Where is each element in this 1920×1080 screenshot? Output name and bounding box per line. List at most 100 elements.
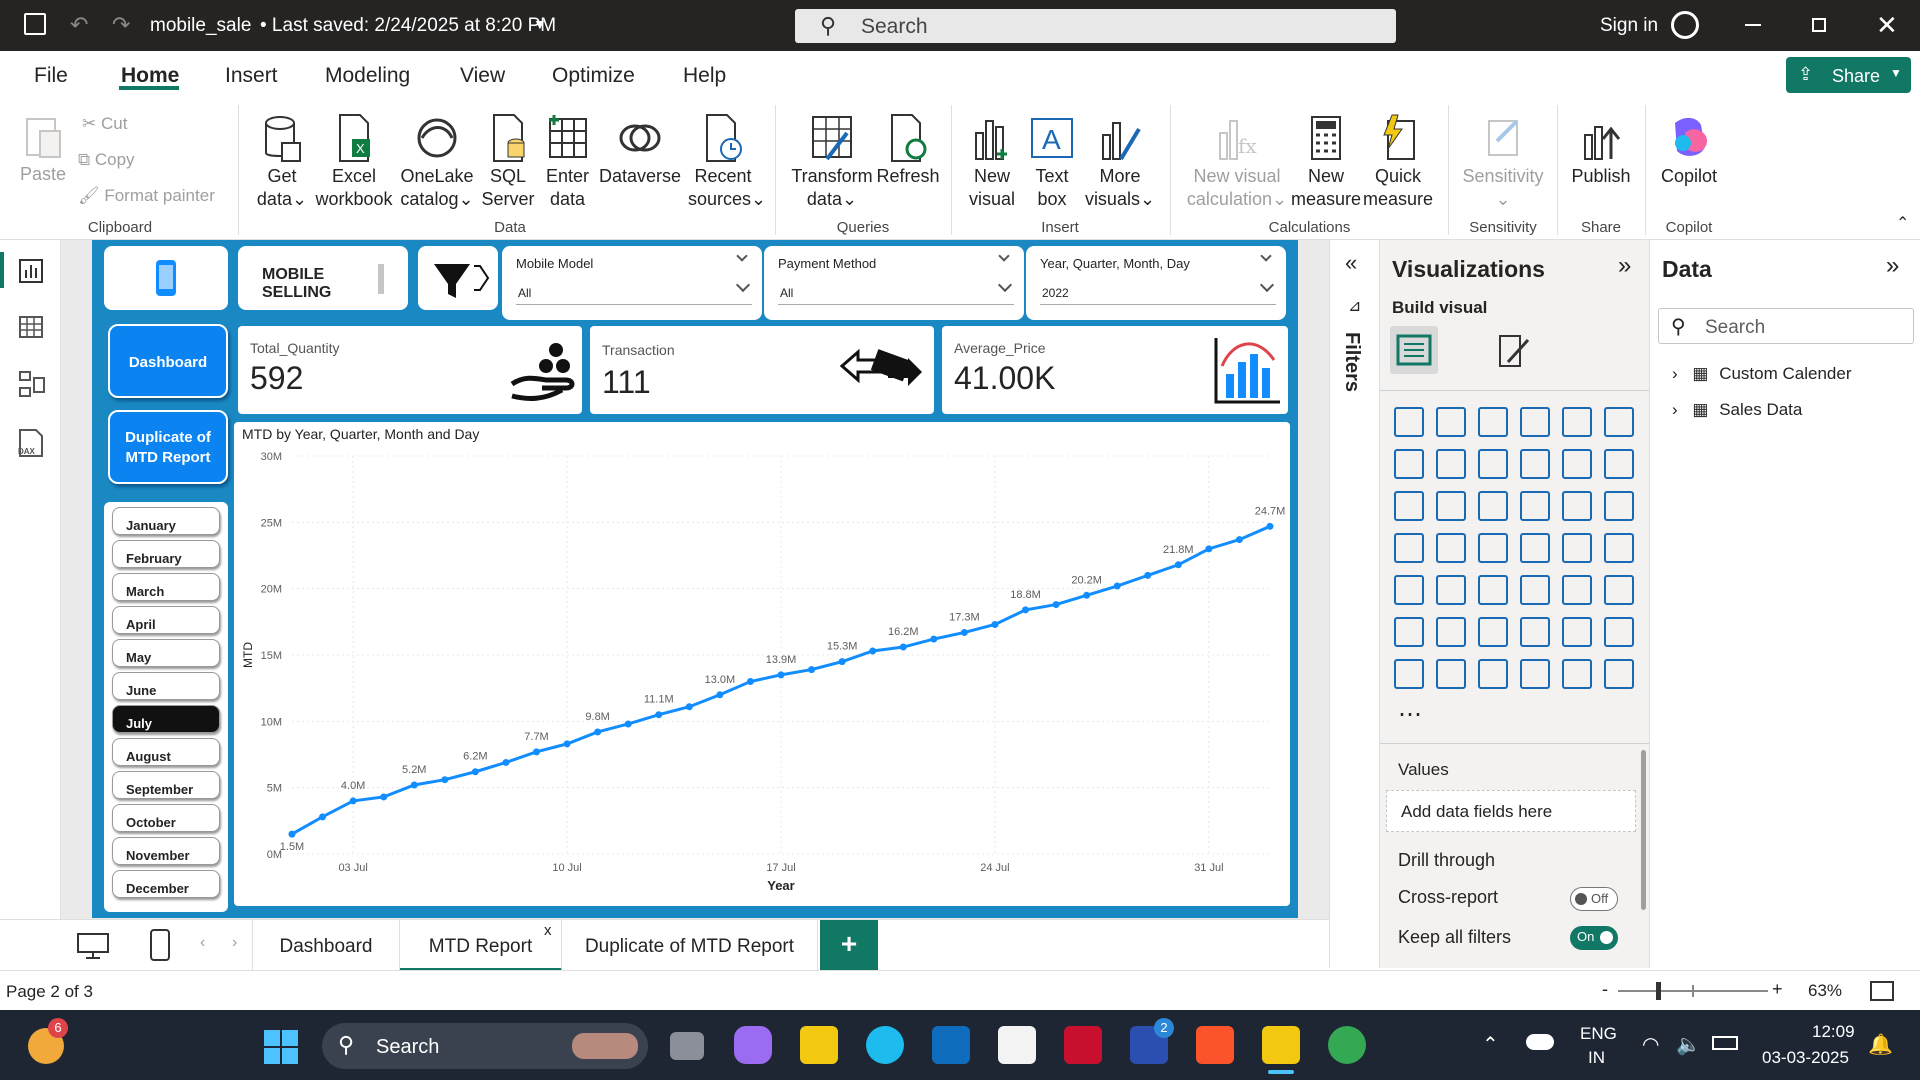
pane-scrollbar[interactable] <box>1641 750 1646 910</box>
zoom-level[interactable]: 63% <box>1808 981 1842 1001</box>
month-button-october[interactable]: October <box>112 804 220 832</box>
fabric-visual-icon[interactable] <box>1562 659 1592 689</box>
clustered-bar-visual-icon[interactable] <box>1478 407 1508 437</box>
month-button-december[interactable]: December <box>112 870 220 898</box>
volume-icon[interactable]: 🔈 <box>1676 1032 1701 1057</box>
format-painter-button[interactable]: 🖌 Format painter <box>78 186 215 206</box>
paginated-report-visual-icon[interactable] <box>1394 659 1424 689</box>
undo-icon[interactable]: ↶ <box>70 12 88 38</box>
kpi-visual-icon[interactable] <box>1436 575 1466 605</box>
refresh-button[interactable]: Refresh <box>875 113 941 188</box>
chrome-icon[interactable] <box>1328 1026 1366 1064</box>
task-view-icon[interactable] <box>670 1032 704 1060</box>
chevron-down-icon[interactable] <box>997 277 1013 293</box>
onelake-catalog-button[interactable]: OneLake catalog⌄ <box>397 113 477 211</box>
multi-row-card-visual-icon[interactable] <box>1394 575 1424 605</box>
desktop-layout-icon[interactable] <box>76 932 110 960</box>
table-view-icon[interactable] <box>18 314 44 340</box>
month-button-june[interactable]: June <box>112 672 220 700</box>
table-item-sales-data[interactable]: › ▦ Sales Data <box>1672 400 1802 420</box>
text-box-button[interactable]: A Text box <box>1024 113 1080 211</box>
transform-data-button[interactable]: Transform data⌄ <box>789 113 875 211</box>
language-line-2[interactable]: IN <box>1588 1048 1605 1068</box>
restore-icon[interactable] <box>1812 18 1826 32</box>
mtd-chart-card[interactable]: MTD by Year, Quarter, Month and Day 0M 5M… <box>234 422 1290 906</box>
zoom-in-icon[interactable]: + <box>1772 979 1783 1000</box>
slicer-date-hierarchy[interactable]: Year, Quarter, Month, Day 2022 <box>1026 246 1286 320</box>
100-stacked-area-visual-icon[interactable] <box>1520 449 1550 479</box>
wifi-icon[interactable]: ◠ <box>1642 1032 1659 1057</box>
tab-mtd-report[interactable]: MTD Report x <box>400 920 562 972</box>
month-button-may[interactable]: May <box>112 639 220 667</box>
copy-button[interactable]: ⧉ Copy <box>78 150 135 170</box>
100-stacked-column-visual-icon[interactable] <box>1604 407 1634 437</box>
fit-page-icon[interactable] <box>1870 981 1894 1001</box>
azure-map-visual-icon[interactable] <box>1520 533 1550 563</box>
avatar-icon[interactable] <box>1671 11 1699 39</box>
taskbar-search[interactable]: ⚲ Search <box>322 1023 648 1069</box>
zoom-slider[interactable] <box>1618 982 1768 1000</box>
expand-left-icon[interactable]: « <box>1345 250 1357 276</box>
slicer-mobile-model[interactable]: Mobile Model All <box>502 246 762 320</box>
power-apps-visual-icon[interactable] <box>1436 659 1466 689</box>
lenovo-icon[interactable]: 2 <box>1130 1018 1174 1064</box>
table-visual-icon[interactable] <box>1520 575 1550 605</box>
line-clustered-column-visual-icon[interactable] <box>1604 449 1634 479</box>
menu-home[interactable]: Home <box>121 64 179 88</box>
quick-measure-button[interactable]: Quick measure <box>1362 113 1434 211</box>
stacked-column-visual-icon[interactable] <box>1436 407 1466 437</box>
narrative-visual-icon[interactable] <box>1604 659 1634 689</box>
filters-label[interactable]: Filters <box>1340 332 1363 392</box>
sensitivity-button[interactable]: Sensitivity ⌄ <box>1455 113 1551 211</box>
dataverse-button[interactable]: Dataverse <box>598 113 682 188</box>
month-button-september[interactable]: September <box>112 771 220 799</box>
card-visual-icon[interactable] <box>1604 533 1634 563</box>
share-button[interactable]: ⇪ Share ▼ <box>1786 57 1911 93</box>
line-stacked-column-visual-icon[interactable] <box>1562 449 1592 479</box>
get-data-button[interactable]: Get data⌄ <box>252 113 312 211</box>
100-stacked-bar-visual-icon[interactable] <box>1562 407 1592 437</box>
scroll-left-icon[interactable]: ‹ <box>200 934 205 952</box>
slicer-visual-icon[interactable] <box>1478 575 1508 605</box>
collapse-ribbon-icon[interactable]: ⌃ <box>1896 213 1909 233</box>
line-visual-icon[interactable] <box>1394 449 1424 479</box>
outlook-icon[interactable] <box>932 1026 970 1064</box>
matrix-visual-icon[interactable] <box>1562 575 1592 605</box>
copilot-button[interactable]: Copilot <box>1652 113 1726 188</box>
enter-data-button[interactable]: Enter data <box>540 113 595 211</box>
month-button-november[interactable]: November <box>112 837 220 865</box>
sql-server-button[interactable]: SQL Server <box>480 113 536 211</box>
map-visual-icon[interactable] <box>1436 533 1466 563</box>
funnel-visual-icon[interactable] <box>1478 491 1508 521</box>
format-visual-icon[interactable] <box>1494 332 1532 370</box>
menu-help[interactable]: Help <box>683 64 726 88</box>
dax-query-icon[interactable]: DAX <box>16 428 46 458</box>
filters-pane[interactable]: « ⊿ Filters <box>1329 240 1379 968</box>
paste-button[interactable]: Paste <box>18 113 68 186</box>
month-button-march[interactable]: March <box>112 573 220 601</box>
new-measure-button[interactable]: New measure <box>1290 113 1362 211</box>
windows-start-icon[interactable] <box>264 1030 298 1064</box>
language-line-1[interactable]: ENG <box>1580 1024 1617 1044</box>
filled-map-visual-icon[interactable] <box>1478 533 1508 563</box>
weather-widget[interactable]: 6 <box>28 1018 68 1064</box>
r-visual-visual-icon[interactable] <box>1604 575 1634 605</box>
copilot-taskbar-icon[interactable] <box>734 1026 772 1064</box>
recent-sources-button[interactable]: Recent sources⌄ <box>688 113 766 211</box>
stacked-area-visual-icon[interactable] <box>1478 449 1508 479</box>
close-icon[interactable]: x <box>544 922 552 939</box>
chevron-down-icon[interactable] <box>735 277 751 293</box>
nav-duplicate-button[interactable]: Duplicate of MTD Report <box>108 410 228 484</box>
chevron-down-icon[interactable] <box>1259 277 1275 293</box>
slicer-value[interactable]: All <box>518 286 531 300</box>
close-icon[interactable]: ✕ <box>1876 10 1898 41</box>
more-visuals-ellipsis[interactable]: ⋯ <box>1398 700 1422 729</box>
nav-dashboard-button[interactable]: Dashboard <box>108 324 228 398</box>
saved-status[interactable]: • Last saved: 2/24/2025 at 8:20 PM <box>260 15 556 37</box>
arcgis-visual-icon[interactable] <box>1520 659 1550 689</box>
chevron-down-icon[interactable]: ▼ <box>533 16 547 32</box>
add-page-button[interactable]: + <box>820 920 878 972</box>
pie-visual-icon[interactable] <box>1562 491 1592 521</box>
cut-button[interactable]: ✂ Cut <box>82 114 127 134</box>
excel-workbook-button[interactable]: X Excel workbook <box>313 113 395 211</box>
